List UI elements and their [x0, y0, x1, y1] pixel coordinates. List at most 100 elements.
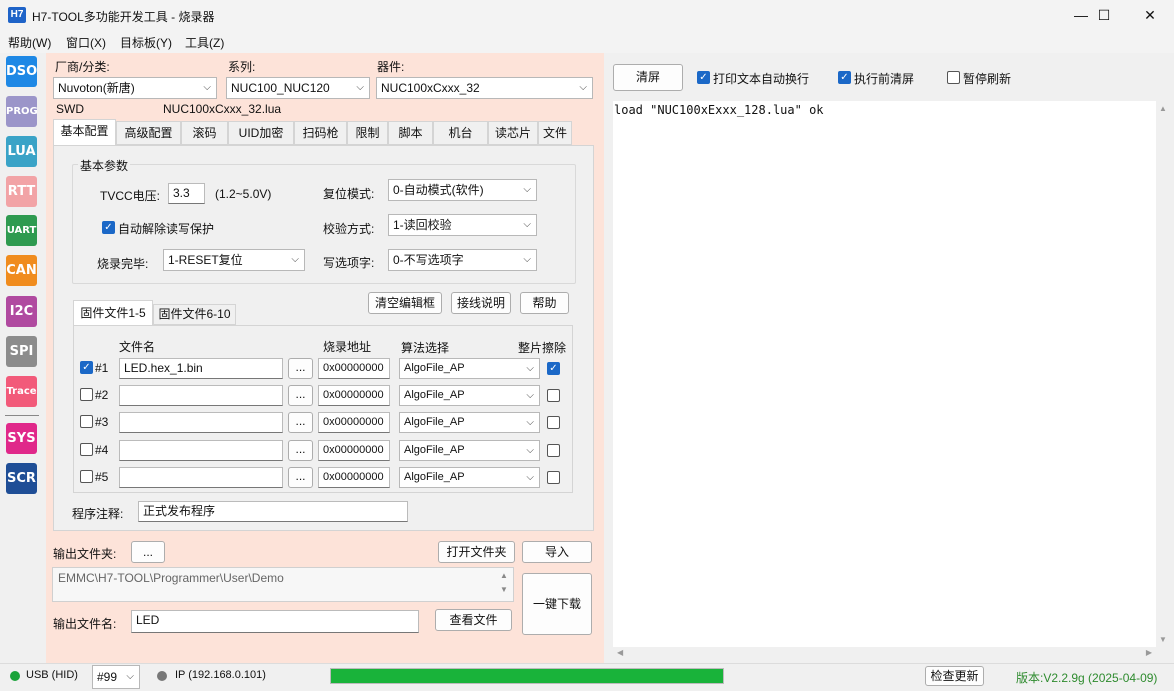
done-action-label: 烧录完毕: — [97, 257, 149, 271]
algorithm-select[interactable]: AlgoFile_AP ⌵ — [399, 467, 540, 488]
chip-erase-checkbox[interactable] — [547, 389, 560, 402]
row-number: #2 — [95, 388, 109, 402]
output-name-input[interactable]: LED — [131, 610, 419, 633]
tab-machine[interactable]: 机台 — [433, 121, 488, 145]
tab-scanner[interactable]: 扫码枪 — [294, 121, 347, 145]
sidebar-sys-icon[interactable]: SYS — [6, 423, 37, 454]
auto-wrap-checkbox[interactable]: ✓ — [697, 71, 710, 84]
menu-window[interactable]: 窗口(X) — [66, 34, 106, 51]
row-enable-checkbox[interactable] — [80, 443, 93, 456]
firmware-file-input[interactable] — [119, 385, 283, 406]
wiring-help-button[interactable]: 接线说明 — [451, 292, 511, 314]
menu-help[interactable]: 帮助(W) — [8, 34, 51, 51]
clear-editor-button[interactable]: 清空编辑框 — [368, 292, 442, 314]
program-address-input[interactable]: 0x00000000 — [318, 440, 390, 461]
firmware-file-input[interactable] — [119, 467, 283, 488]
row-enable-checkbox[interactable] — [80, 415, 93, 428]
chevron-down-icon: ⌵ — [356, 82, 364, 93]
row-enable-checkbox[interactable] — [80, 388, 93, 401]
algorithm-select[interactable]: AlgoFile_AP ⌵ — [399, 358, 540, 379]
firmware-file-input[interactable] — [119, 412, 283, 433]
tab-read-chip[interactable]: 读芯片 — [488, 121, 538, 145]
row-enable-checkbox[interactable]: ✓ — [80, 361, 93, 374]
tab-firmware-1-5[interactable]: 固件文件1-5 — [73, 300, 153, 326]
chip-erase-checkbox[interactable] — [547, 471, 560, 484]
path-scrollbar[interactable]: ▲ ▼ — [497, 569, 511, 600]
tvcc-input[interactable]: 3.3 — [168, 183, 205, 204]
series-label: 系列: — [228, 60, 256, 74]
tab-advanced-config[interactable]: 高级配置 — [116, 121, 181, 145]
sidebar-can-icon[interactable]: CAN — [6, 255, 37, 286]
tab-script[interactable]: 脚本 — [388, 121, 433, 145]
file-browse-button[interactable]: ... — [288, 440, 313, 461]
output-folder-browse-button[interactable]: ... — [131, 541, 165, 563]
comment-input[interactable]: 正式发布程序 — [138, 501, 408, 522]
done-action-select[interactable]: 1-RESET复位 ⌵ — [163, 249, 305, 271]
program-address-input[interactable]: 0x00000000 — [318, 467, 390, 488]
lua-file-label: NUC100xCxxx_32.lua — [163, 102, 282, 116]
series-select[interactable]: NUC100_NUC120 ⌵ — [226, 77, 370, 99]
port-select[interactable]: #99 ⌵ — [92, 665, 140, 689]
log-output[interactable]: load "NUC100xExxx_128.lua" ok — [613, 101, 1156, 647]
import-button[interactable]: 导入 — [522, 541, 592, 563]
chevron-down-icon: ⌵ — [126, 671, 134, 682]
tab-uid-encrypt[interactable]: UID加密 — [228, 121, 294, 145]
verify-select[interactable]: 1-读回校验 ⌵ — [388, 214, 537, 236]
pause-refresh-checkbox[interactable] — [947, 71, 960, 84]
log-vertical-scrollbar[interactable]: ▲ ▼ — [1156, 101, 1170, 647]
menu-target[interactable]: 目标板(Y) — [120, 34, 172, 51]
help-button[interactable]: 帮助 — [520, 292, 569, 314]
sidebar-rtt-icon[interactable]: RTT — [6, 176, 37, 207]
program-address-input[interactable]: 0x00000000 — [318, 385, 390, 406]
chevron-down-icon: ⌵ — [203, 82, 211, 93]
option-bytes-select[interactable]: 0-不写选项字 ⌵ — [388, 249, 537, 271]
chip-erase-checkbox[interactable] — [547, 444, 560, 457]
sidebar-dso-icon[interactable]: DSO — [6, 56, 37, 87]
clear-before-run-checkbox[interactable]: ✓ — [838, 71, 851, 84]
firmware-file-input[interactable]: LED.hex_1.bin — [119, 358, 283, 379]
close-button[interactable]: ✕ — [1127, 0, 1173, 31]
one-click-download-button[interactable]: 一键下载 — [522, 573, 592, 635]
address-header: 烧录地址 — [323, 340, 372, 354]
output-folder-label: 输出文件夹: — [53, 547, 117, 561]
row-enable-checkbox[interactable] — [80, 470, 93, 483]
chip-erase-checkbox[interactable] — [547, 416, 560, 429]
output-path-field[interactable]: EMMC\H7-TOOL\Programmer\User\Demo — [52, 567, 514, 602]
sidebar-trace-icon[interactable]: Trace — [6, 376, 37, 407]
sidebar-spi-icon[interactable]: SPI — [6, 336, 37, 367]
auto-unlock-checkbox[interactable]: ✓ — [102, 221, 115, 234]
tab-rolling-code[interactable]: 滚码 — [181, 121, 228, 145]
program-address-input[interactable]: 0x00000000 — [318, 412, 390, 433]
chevron-down-icon: ⌵ — [291, 254, 299, 265]
firmware-file-input[interactable] — [119, 440, 283, 461]
file-browse-button[interactable]: ... — [288, 467, 313, 488]
algorithm-select[interactable]: AlgoFile_AP ⌵ — [399, 440, 540, 461]
menu-tools[interactable]: 工具(Z) — [185, 34, 224, 51]
reset-mode-select[interactable]: 0-自动模式(软件) ⌵ — [388, 179, 537, 201]
open-folder-button[interactable]: 打开文件夹 — [438, 541, 515, 563]
sidebar-prog-icon[interactable]: PROG — [6, 96, 38, 127]
maximize-button[interactable]: ☐ — [1081, 0, 1127, 31]
algorithm-select[interactable]: AlgoFile_AP ⌵ — [399, 385, 540, 406]
clear-screen-button[interactable]: 清屏 — [613, 64, 683, 91]
file-browse-button[interactable]: ... — [288, 385, 313, 406]
view-file-button[interactable]: 查看文件 — [435, 609, 512, 631]
check-update-button[interactable]: 检查更新 — [925, 666, 984, 686]
file-browse-button[interactable]: ... — [288, 358, 313, 379]
sidebar-scr-icon[interactable]: SCR — [6, 463, 37, 494]
tab-limit[interactable]: 限制 — [347, 121, 388, 145]
log-horizontal-scrollbar[interactable]: ◀ ▶ — [613, 647, 1156, 659]
sidebar-lua-icon[interactable]: LUA — [6, 136, 37, 167]
tab-firmware-6-10[interactable]: 固件文件6-10 — [153, 304, 236, 325]
tab-basic-config[interactable]: 基本配置 — [53, 119, 116, 146]
program-address-input[interactable]: 0x00000000 — [318, 358, 390, 379]
tab-file[interactable]: 文件 — [538, 121, 572, 145]
file-browse-button[interactable]: ... — [288, 412, 313, 433]
sidebar-uart-icon[interactable]: UART — [6, 215, 37, 246]
algorithm-select[interactable]: AlgoFile_AP ⌵ — [399, 412, 540, 433]
chip-erase-checkbox[interactable]: ✓ — [547, 362, 560, 375]
chip-select[interactable]: NUC100xCxxx_32 ⌵ — [376, 77, 593, 99]
sidebar-i2c-icon[interactable]: I2C — [6, 296, 37, 327]
chevron-down-icon: ⌵ — [526, 417, 534, 428]
vendor-select[interactable]: Nuvoton(新唐) ⌵ — [53, 77, 217, 99]
